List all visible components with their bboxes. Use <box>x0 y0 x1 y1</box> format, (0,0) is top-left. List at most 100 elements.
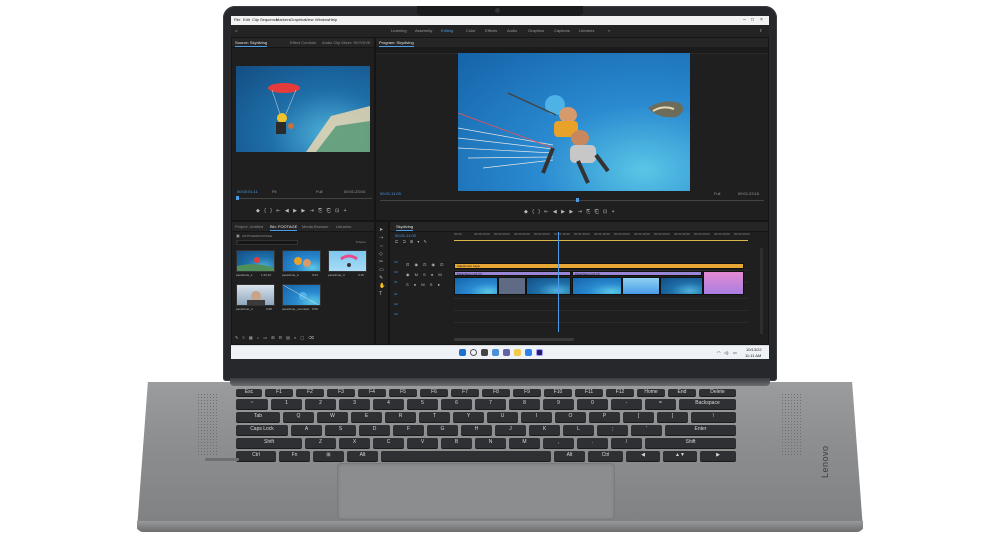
key-g[interactable]: G <box>427 425 458 435</box>
timeline-vertical-scrollbar[interactable] <box>760 248 763 334</box>
key-c[interactable]: C <box>373 438 404 448</box>
network-icon[interactable]: ◠ <box>717 350 721 355</box>
maximize-icon[interactable]: □ <box>751 17 754 23</box>
tab-program[interactable]: Program: Skydiving <box>379 40 414 47</box>
volume-icon[interactable]: ◁) <box>724 350 728 355</box>
key-m[interactable]: M <box>509 438 540 448</box>
thumbnail-5[interactable] <box>282 284 321 306</box>
key-w[interactable]: W <box>317 412 348 422</box>
home-icon[interactable]: ⌂ <box>235 28 237 33</box>
key-f6[interactable]: F6 <box>420 389 448 396</box>
program-resolution-select[interactable]: Full <box>714 191 720 196</box>
source-timecode[interactable]: 00:00:01:11 <box>237 189 258 194</box>
key-left-bracket[interactable]: [ <box>623 412 654 422</box>
key-right-shift[interactable]: Shift <box>645 438 736 448</box>
project-footer-controls[interactable]: ✎ ≡ ▦ ○ ▭ ⊞ ⊟ ▤ ⌕ ▢ ⌫ <box>235 335 315 340</box>
key-f10[interactable]: F10 <box>544 389 572 396</box>
key-f8[interactable]: F8 <box>482 389 510 396</box>
key-quote[interactable]: ' <box>631 425 662 435</box>
key-right-alt[interactable]: Alt <box>554 451 585 461</box>
battery-icon[interactable]: ▭ <box>733 350 737 355</box>
key-y[interactable]: Y <box>453 412 484 422</box>
menu-graphics[interactable]: Graphics <box>290 17 306 22</box>
key-f9[interactable]: F9 <box>513 389 541 396</box>
track-label-v1[interactable]: V1 <box>394 280 398 284</box>
key-right-arrow[interactable]: ▶ <box>700 451 736 461</box>
key-f1[interactable]: F1 <box>265 389 293 396</box>
workspace-editing[interactable]: Editing <box>441 28 453 33</box>
key-r[interactable]: R <box>385 412 416 422</box>
more-workspaces-icon[interactable]: » <box>608 28 610 33</box>
tab-bin-footage[interactable]: Bin: FOOTAGE <box>270 224 298 231</box>
search-input[interactable] <box>236 240 298 245</box>
source-transport-controls[interactable]: ◆ { } ⇤ ◀ ▶ ▶ ⇥ ⎘ ⎗ ⊡ + <box>256 208 348 214</box>
menu-view[interactable]: View <box>305 17 314 22</box>
key-s[interactable]: S <box>325 425 356 435</box>
adjustment-layer-clip[interactable]: Adjustment Layer <box>454 263 744 269</box>
touchpad[interactable] <box>337 463 615 520</box>
key-1[interactable]: 1 <box>271 399 302 409</box>
workspace-effects[interactable]: Effects <box>485 28 497 33</box>
share-icon[interactable]: ⇪ <box>759 28 762 33</box>
video-thumbnail-clip[interactable] <box>622 277 660 295</box>
source-video-frame[interactable] <box>236 66 370 152</box>
key-semicolon[interactable]: ; <box>597 425 628 435</box>
key-n[interactable]: N <box>475 438 506 448</box>
menu-edit[interactable]: Edit <box>243 17 250 22</box>
key-left-alt[interactable]: Alt <box>347 451 378 461</box>
key-right-ctrl[interactable]: Ctrl <box>588 451 623 461</box>
key-f3[interactable]: F3 <box>327 389 355 396</box>
task-view-icon[interactable] <box>481 349 488 356</box>
key-fn[interactable]: Fn <box>279 451 310 461</box>
source-fit-select[interactable]: Fit <box>272 189 276 194</box>
key-backspace[interactable]: Backspace <box>679 399 736 409</box>
program-transport-controls[interactable]: ◆ { } ⇤ ◀ ▶ ▶ ⇥ ⎘ ⎗ ⊡ + <box>524 209 616 215</box>
tab-source[interactable]: Source: Skydiving <box>235 40 268 47</box>
key-f5[interactable]: F5 <box>389 389 417 396</box>
program-scrubber[interactable] <box>380 200 764 201</box>
key-esc[interactable]: Esc <box>236 389 262 396</box>
key-comma[interactable]: , <box>543 438 574 448</box>
key-4[interactable]: 4 <box>373 399 404 409</box>
key-5[interactable]: 5 <box>407 399 438 409</box>
timeline-ruler[interactable]: 00:00 00:00:15:00 00:00:30:00 00:00:45:0… <box>454 232 750 244</box>
track-label-v3[interactable]: V3 <box>394 260 398 264</box>
key-q[interactable]: Q <box>283 412 314 422</box>
key-f12[interactable]: F12 <box>606 389 634 396</box>
key-a[interactable]: A <box>291 425 322 435</box>
key-9[interactable]: 9 <box>543 399 574 409</box>
key-8[interactable]: 8 <box>509 399 540 409</box>
thumbnail-3[interactable] <box>328 250 367 272</box>
workspace-graphics[interactable]: Graphics <box>528 28 544 33</box>
workspace-captions[interactable]: Captions <box>554 28 570 33</box>
key-7[interactable]: 7 <box>475 399 506 409</box>
menu-markers[interactable]: Markers <box>276 17 290 22</box>
key-2[interactable]: 2 <box>305 399 336 409</box>
key-k[interactable]: K <box>529 425 560 435</box>
source-playhead[interactable] <box>236 196 239 200</box>
key-p[interactable]: P <box>589 412 620 422</box>
key-equals[interactable]: = <box>645 399 676 409</box>
program-playhead[interactable] <box>576 198 579 202</box>
key-left-arrow[interactable]: ◀ <box>626 451 660 461</box>
video-thumbnail-clip[interactable] <box>572 277 622 295</box>
start-icon[interactable] <box>459 349 466 356</box>
workspace-libraries[interactable]: Libraries <box>579 28 594 33</box>
tab-effect-controls[interactable]: Effect Controls <box>290 40 316 45</box>
minimize-icon[interactable]: – <box>743 17 746 23</box>
video-thumbnail-clip[interactable] <box>454 277 498 295</box>
key-6[interactable]: 6 <box>441 399 472 409</box>
track-label-a2[interactable]: A2 <box>394 302 398 306</box>
track-label-v2[interactable]: V2 <box>394 270 398 274</box>
menu-clip[interactable]: Clip <box>252 17 259 22</box>
key-tab[interactable]: Tab <box>236 412 280 422</box>
source-resolution-select[interactable]: Full <box>316 189 322 194</box>
close-icon[interactable]: × <box>760 17 763 23</box>
key-b[interactable]: B <box>441 438 472 448</box>
key-0[interactable]: 0 <box>577 399 608 409</box>
track-toggle-icons[interactable]: ⊡ ◉ ⊡ ◉ ⊡ ◉ M S ● M S ● M S ● <box>406 260 446 290</box>
key-x[interactable]: X <box>339 438 370 448</box>
search-icon[interactable] <box>470 349 477 356</box>
track-label-a3[interactable]: A3 <box>394 312 398 316</box>
key-slash[interactable]: / <box>611 438 642 448</box>
